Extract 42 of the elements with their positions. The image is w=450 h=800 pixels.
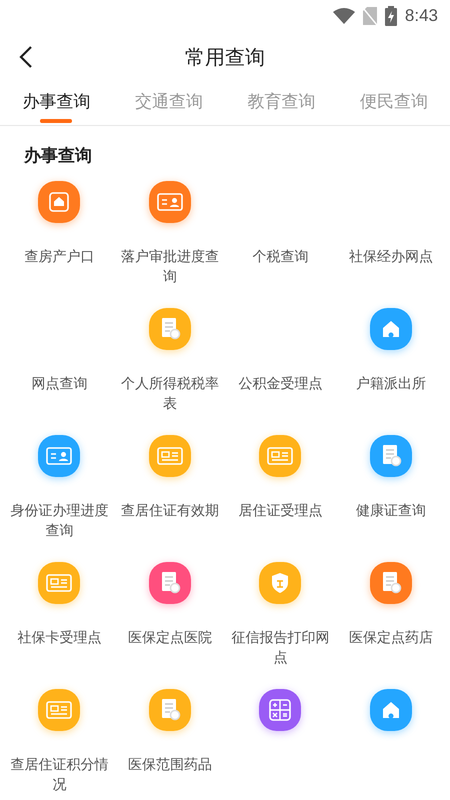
battery-icon [384,6,397,26]
wifi-icon [332,8,355,24]
service-label[interactable]: 社保卡受理点 [9,628,110,648]
service-label[interactable]: 征信报告打印网点 [230,628,330,668]
no-sim-icon [362,7,377,25]
card-icon[interactable] [38,689,80,731]
service-label[interactable]: 医保定点药店 [340,628,441,648]
station-icon[interactable] [370,308,412,350]
service-label[interactable]: 户籍派出所 [340,374,441,394]
document-icon[interactable] [370,435,412,477]
service-label[interactable]: 网点查询 [9,374,110,394]
status-time: 8:43 [404,6,438,26]
card-icon[interactable] [259,435,302,477]
document-icon[interactable] [148,308,191,350]
shield-icon[interactable] [259,562,302,604]
service-label[interactable]: 落户审批进度查询 [120,247,220,287]
tab[interactable]: 办事查询 [0,82,112,125]
person-icon[interactable] [38,435,80,477]
service-label[interactable]: 查居住证积分情况 [9,755,110,795]
station-icon[interactable] [370,689,412,731]
document-icon[interactable] [370,562,412,604]
service-label[interactable]: 医保范围药品 [120,755,220,775]
tab-indicator [40,119,72,123]
section-title: 办事查询 [24,145,93,167]
service-label[interactable]: 查房产户口 [9,247,110,267]
page-title: 常用查询 [185,44,265,70]
house-icon[interactable] [38,181,80,223]
service-label[interactable]: 个税查询 [230,247,330,267]
service-label[interactable]: 个人所得税税率表 [120,374,220,414]
service-label[interactable]: 身份证办理进度查询 [9,501,110,541]
person-icon[interactable] [148,181,191,223]
service-label[interactable]: 医保定点医院 [120,628,220,648]
service-label[interactable]: 查居住证有效期 [120,501,220,521]
service-label[interactable]: 公积金受理点 [230,374,330,394]
service-label[interactable]: 社保经办网点 [340,247,441,267]
document-icon[interactable] [148,689,191,731]
document-icon[interactable] [148,562,191,604]
card-icon[interactable] [38,562,80,604]
service-label[interactable]: 健康证查询 [340,501,441,521]
card-icon[interactable] [148,435,191,477]
calculator-icon[interactable] [259,689,302,731]
service-label[interactable]: 居住证受理点 [230,501,330,521]
